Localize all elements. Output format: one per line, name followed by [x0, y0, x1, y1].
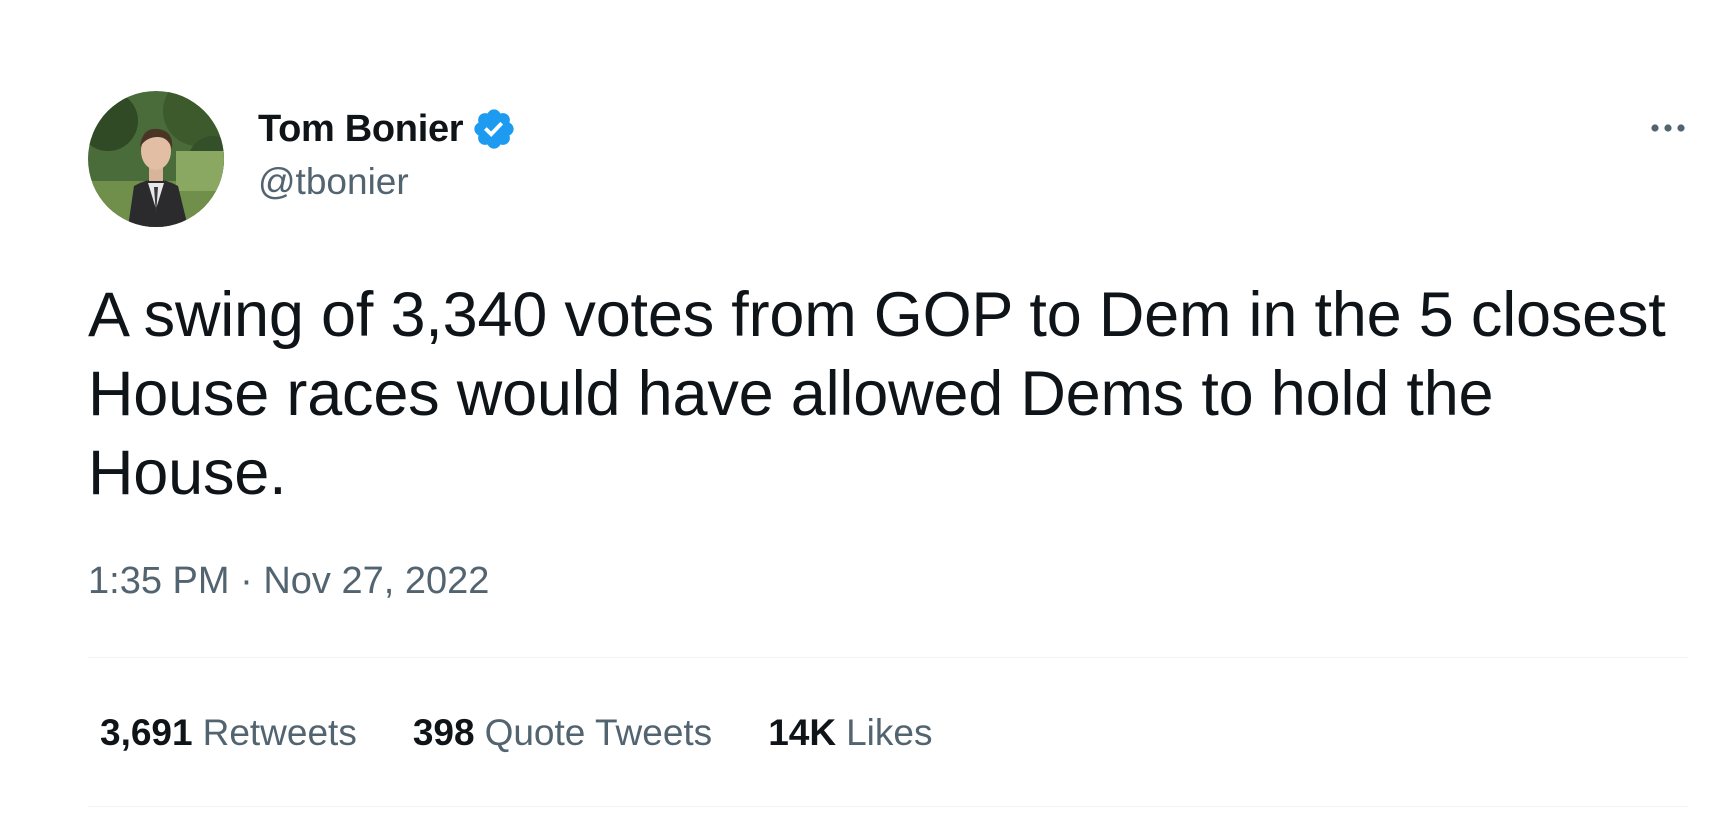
- tweet-card: Tom Bonier @tbonier A swing of 3,340 vot…: [88, 0, 1688, 816]
- display-name[interactable]: Tom Bonier: [258, 108, 464, 151]
- likes-label: Likes: [846, 712, 933, 753]
- tweet-time[interactable]: 1:35 PM: [88, 560, 230, 602]
- retweets-stat[interactable]: 3,691 Retweets: [100, 712, 357, 754]
- quote-tweets-count: 398: [412, 712, 475, 753]
- likes-count: 14K: [768, 712, 837, 753]
- retweets-count: 3,691: [100, 712, 193, 753]
- quote-tweets-label: Quote Tweets: [484, 712, 713, 753]
- tweet-timestamp: 1:35 PM · Nov 27, 2022: [88, 560, 489, 603]
- tweet-text: A swing of 3,340 votes from GOP to Dem i…: [88, 280, 1666, 508]
- user-handle[interactable]: @tbonier: [258, 161, 517, 203]
- retweets-label: Retweets: [202, 712, 357, 753]
- quote-tweets-stat[interactable]: 398 Quote Tweets: [413, 712, 712, 754]
- divider: [88, 657, 1688, 658]
- likes-stat[interactable]: 14K Likes: [768, 712, 932, 754]
- more-options-icon[interactable]: [1638, 110, 1698, 146]
- divider: [88, 806, 1688, 807]
- verified-badge-icon: [471, 106, 517, 152]
- avatar[interactable]: [88, 91, 224, 227]
- tweet-date[interactable]: Nov 27, 2022: [263, 560, 489, 602]
- timestamp-separator: ·: [240, 560, 253, 602]
- engagement-stats: 3,691 Retweets 398 Quote Tweets 14K Likes: [100, 712, 988, 754]
- name-row: Tom Bonier: [258, 104, 517, 154]
- avatar-photo: [88, 91, 224, 227]
- author-block: Tom Bonier @tbonier: [258, 104, 517, 203]
